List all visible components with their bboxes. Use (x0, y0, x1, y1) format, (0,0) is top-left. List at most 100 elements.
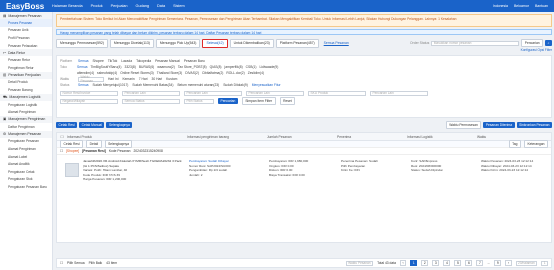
select-all-checkbox-bottom[interactable]: ☐ (60, 261, 63, 265)
print-manual-button[interactable]: Cetak Manual (79, 122, 105, 128)
row-detail-button[interactable]: Detail (86, 140, 102, 148)
search-other-input[interactable]: Pencarian Lain (370, 90, 428, 96)
sidebar-item-return-orders[interactable]: Pesanan Retur (0, 56, 52, 64)
store-chip[interactable]: jamperfilk(8) (225, 65, 243, 69)
product-thumbnail[interactable] (65, 163, 79, 177)
page-size-select[interactable]: 20/halaman (515, 260, 538, 266)
sidebar-item-stock-settings[interactable]: Pengaturan Stok (0, 176, 52, 184)
sidebar-group-orders[interactable]: ▤ Manajemen Pesanan (0, 12, 52, 19)
nav-product[interactable]: Produk (91, 4, 103, 8)
time-today[interactable]: Hari Ini (108, 77, 118, 81)
status-meets[interactable]: Sudah Memenuhi Batas(34) (132, 83, 173, 87)
sidebar-item-order-settings[interactable]: Pengaturan Pesanan (0, 138, 52, 146)
tab-platform-orders[interactable]: Platform Pesanan(457) (275, 38, 319, 48)
store-chip[interactable]: waamura(2) (157, 65, 175, 69)
store-chip[interactable]: TimBigSoutIYBaru(4) (90, 65, 121, 69)
search-other-input[interactable]: Pencarian Lain (122, 90, 180, 96)
store-chip[interactable]: Tax Store_POBT(8) (178, 65, 207, 69)
tab-waiting-pickup[interactable]: Menunggu Pick Up(543) (155, 38, 201, 48)
sidebar-item-product-detail[interactable]: Detail Produk (0, 79, 52, 87)
country-select[interactable]: Negara/Wilayah (60, 98, 118, 104)
filter-settings-link[interactable]: Konfigurasi Opsi Filter (56, 48, 552, 52)
prev-page-button[interactable]: ‹ (399, 259, 407, 267)
tab-to-return[interactable]: Untuk Dikembalikan(23) (229, 38, 274, 48)
sync-orders-button[interactable]: Sinkronkan Pesanan (516, 122, 552, 128)
store-chip[interactable]: 3323(8) (124, 65, 135, 69)
status-all[interactable]: Semua (78, 83, 88, 87)
platform-manual[interactable]: Pesanan Manual (155, 59, 180, 63)
store-chip[interactable]: Online Reset Stores(3) (120, 71, 154, 75)
platform-tiktok[interactable]: TikTok (108, 59, 117, 63)
more-button[interactable]: Selengkapnya (106, 122, 133, 128)
sidebar-item-goods-orders[interactable]: Pesanan Barang (0, 86, 52, 94)
tab-waiting-process[interactable]: Menunggu Pemrosesan(592) (56, 38, 108, 48)
order-search-input[interactable]: Masukkan nomor pesanan (431, 40, 520, 46)
status-rejected[interactable]: Sudah Ditolak(9) (223, 83, 248, 87)
search-other-input[interactable]: Pencarian Lain (246, 90, 304, 96)
store-chip[interactable]: Thailand Store(3) (157, 71, 182, 75)
status-approved[interactable]: Sudah Menyetujui(1017) (92, 83, 128, 87)
sku-input[interactable]: SKU Produk (308, 90, 366, 96)
sidebar-item-unique-orders[interactable]: Pesanan Unik (0, 27, 52, 35)
tab-all-orders[interactable]: Semua Pesanan (321, 40, 352, 47)
status-not-meets[interactable]: Belum memenuhi aturan(23) (177, 83, 219, 87)
user-menu[interactable]: Beloamor (514, 4, 529, 8)
sidebar-group-settings[interactable]: ⚙ Manajemen Pesanan (0, 130, 52, 138)
time-yesterday[interactable]: Kemarin (122, 77, 134, 81)
sort-select[interactable]: Waktu Pesanan (345, 260, 374, 266)
nav-home[interactable]: Halaman Beranda (52, 4, 83, 8)
page-3[interactable]: 3 (432, 259, 440, 267)
status-select[interactable]: Semua Status (122, 98, 180, 104)
time-custom[interactable]: Kustom (166, 77, 177, 81)
sidebar-item-shipping-address-2[interactable]: Alamat Pengiriman (0, 145, 52, 153)
time-type-select[interactable]: Waktu Pesanan (78, 75, 104, 83)
store-chip[interactable]: CSB(1) (246, 65, 257, 69)
tab-done[interactable]: Selesai(42) (202, 38, 228, 48)
sidebar-item-process-orders[interactable]: Proses Pesanan (0, 19, 52, 27)
next-page-button[interactable]: › (505, 259, 512, 267)
received-button[interactable]: Pesanan Diterima (483, 122, 515, 128)
page-5[interactable]: 5 (454, 259, 462, 267)
status-adjust[interactable]: Menyesuaikan Fitur (252, 83, 281, 87)
save-filter-button[interactable]: Simpan Item Filter (241, 97, 276, 105)
nav-warehouse[interactable]: Gudang (136, 4, 150, 8)
resi-input[interactable]: Nomor Resi/Invoice (60, 90, 118, 96)
filter-search-button[interactable]: Pencarian (218, 98, 238, 104)
store-chip[interactable]: BURAS(6) (139, 65, 154, 69)
sidebar-item-label-address[interactable]: Alamat Label (0, 153, 52, 161)
search-other-input[interactable]: Pencarian Lain (184, 90, 242, 96)
store-chip[interactable]: Zeslidim(4) (248, 71, 264, 75)
store-chip[interactable]: DIVAS(2) (185, 71, 199, 75)
page-last[interactable]: 9 (494, 259, 502, 267)
platform-all[interactable]: Semua (78, 59, 88, 63)
app-logo[interactable]: EasyBoss (0, 2, 52, 11)
sidebar-item-order-profile[interactable]: Profil Pesanan (0, 34, 52, 42)
product-title[interactable]: Javashift2020.XR.Android.Kiskolah.XYMR/S… (83, 159, 183, 168)
nav-system[interactable]: Sistem (173, 4, 185, 8)
order-id[interactable]: 2024032315240908 (133, 149, 162, 153)
platform-lazada[interactable]: Lazada (121, 59, 132, 63)
sidebar-item-order-tracking[interactable]: Pesanan Pelacakan (0, 42, 52, 50)
select-all-checkbox[interactable]: ☐ (57, 135, 67, 139)
goto-page-input[interactable]: 1 (541, 260, 548, 266)
page-2[interactable]: 2 (421, 259, 429, 267)
pick-status-select[interactable]: Pilih Status (184, 98, 214, 104)
page-7[interactable]: 7 (476, 259, 484, 267)
exact-search-select[interactable]: Pencarian (521, 39, 544, 47)
reset-button[interactable]: Reset (279, 97, 296, 105)
sidebar-item-logistics-settings[interactable]: Pengaturan Logistik (0, 101, 52, 109)
sidebar-group-logistics[interactable]: ⛟ Manajemen Logistik (0, 93, 52, 101)
sidebar-item-return-shipping[interactable]: Pengiriman Retur (0, 64, 52, 72)
page-6[interactable]: 6 (465, 259, 473, 267)
sidebar-item-print-settings[interactable]: Pengaturan Cetak (0, 168, 52, 176)
tag-button[interactable]: Tag (508, 140, 521, 148)
tab-waiting-print[interactable]: Menunggu Dicetak(113) (109, 38, 154, 48)
nav-sales[interactable]: Penjualan (111, 4, 128, 8)
store-chip[interactable]: ROLL.dor(2) (226, 71, 244, 75)
store-chip[interactable]: Cibitalfatma(2) (202, 71, 223, 75)
sidebar-group-sales[interactable]: ▥ Penarikan Penjualan (0, 71, 52, 79)
page-1[interactable]: 1 (410, 259, 418, 267)
page-4[interactable]: 4 (443, 259, 451, 267)
sidebar-group-shipping[interactable]: ▣ Manajemen Pengiriman (0, 115, 52, 123)
help-link[interactable]: Bantuan (535, 4, 548, 8)
